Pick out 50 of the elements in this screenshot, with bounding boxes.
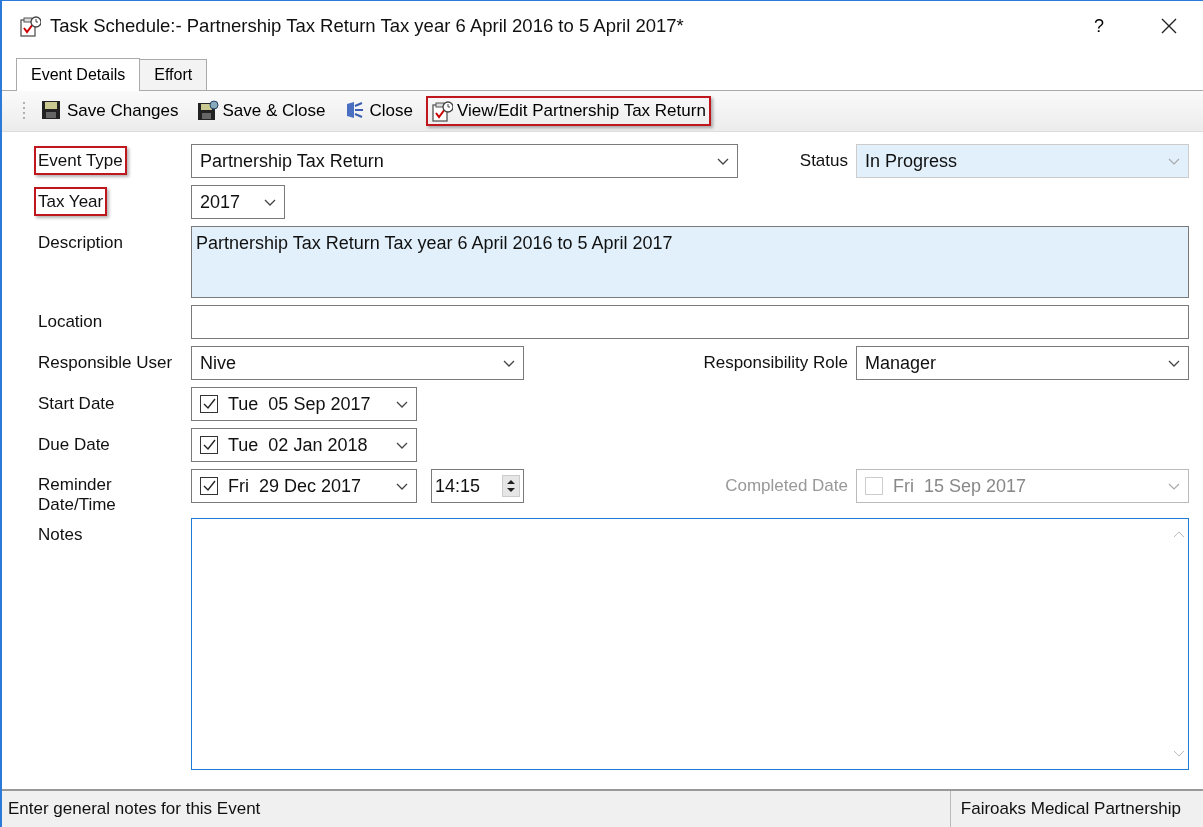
dropdown[interactable]: 2017 [191,185,285,219]
caret-icon [1168,358,1180,368]
dropdown[interactable]: Partnership Tax Return [191,144,738,178]
field-label: Tax Year [34,187,108,216]
field-label: Start Date [37,393,116,415]
date-picker[interactable]: Tue 02 Jan 2018 [191,428,417,462]
text-field[interactable] [191,305,1189,339]
grip-icon [22,100,26,122]
field-label: Status [799,151,848,171]
field-label: Responsible User [37,352,174,374]
toolbar-button[interactable]: Save Changes [36,96,184,126]
field-label: Event Type [34,146,127,175]
caret-icon [1168,156,1180,166]
help-button[interactable]: ? [1079,14,1119,38]
toolbar-button[interactable]: View/Edit Partnership Tax Return [426,96,711,126]
tab[interactable]: Effort [139,59,208,90]
field-label: Completed Date [725,476,848,496]
window-title: Task Schedule:- Partnership Tax Return Tax year 6 April 2016 to 5 April 2017* [50,15,685,37]
task-icon [431,100,453,122]
field-label: Description [37,232,125,254]
field-label: Reminder Date/Time [37,474,117,516]
caret-icon [503,358,515,368]
toolbar-button[interactable]: Save & Close [191,96,331,126]
time-field[interactable]: 14:15 [431,469,524,503]
caret-icon [717,156,729,166]
caret-icon [264,197,276,207]
checkbox[interactable] [200,477,218,495]
caret-icon [396,399,408,409]
field-label: Location [37,311,104,333]
caret-icon [396,481,408,491]
toolbar-button[interactable]: Close [338,96,418,126]
dropdown[interactable]: Nive [191,346,524,380]
text-area[interactable]: Partnership Tax Return Tax year 6 April 2016 to 5 April 2017 [191,226,1189,298]
field-label: Notes [37,524,84,546]
caret-icon [1168,481,1180,491]
status-company: Fairoaks Medical Partnership [949,791,1203,827]
close-icon [1161,18,1177,34]
date-picker[interactable]: Tue 05 Sep 2017 [191,387,417,421]
status-message: Enter general notes for this Event [7,799,262,819]
date-picker[interactable]: Fri 29 Dec 2017 [191,469,417,503]
tab[interactable]: Event Details [16,58,141,91]
checkbox[interactable] [200,436,218,454]
task-icon [19,15,41,37]
checkbox[interactable] [200,395,218,413]
spin-button[interactable] [502,475,520,497]
dropdown[interactable]: Manager [856,346,1189,380]
disk-icon [196,100,219,122]
field-label: Due Date [37,434,111,456]
caret-icon [396,440,408,450]
field-label: Responsibility Role [703,353,848,373]
